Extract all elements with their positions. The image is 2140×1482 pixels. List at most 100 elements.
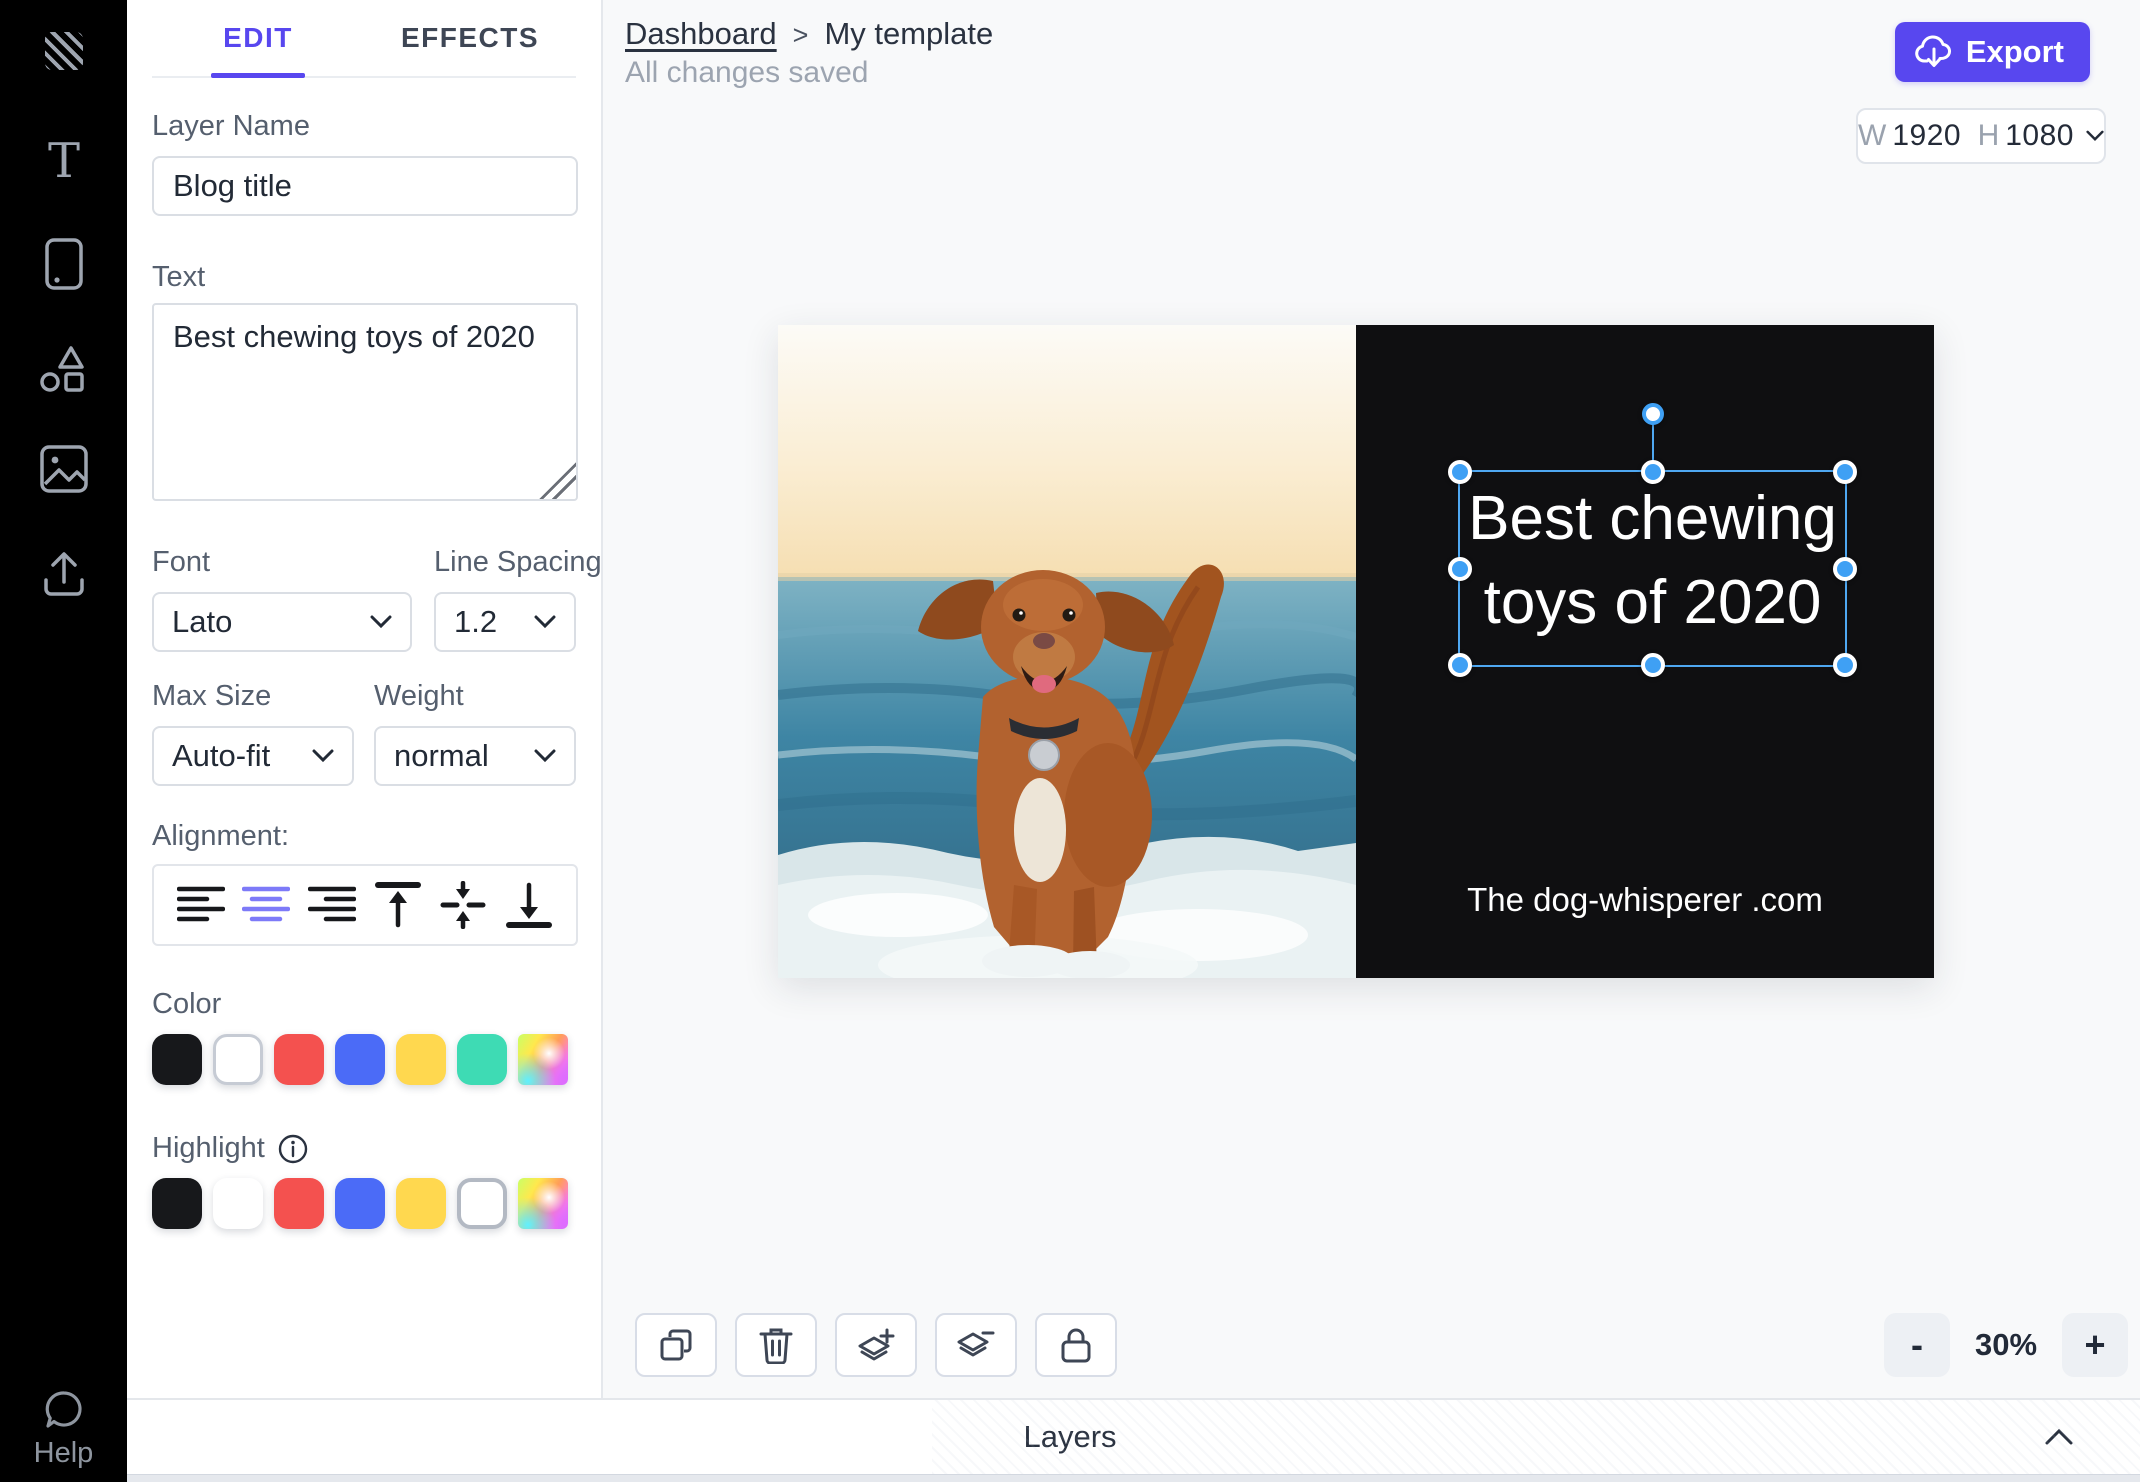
height-value: 1080 [2005,119,2074,152]
color-swatch-teal[interactable] [457,1034,507,1085]
text-label: Text [152,261,206,293]
breadcrumb: Dashboard > My template [625,16,993,52]
highlight-swatch-rainbow[interactable] [518,1178,568,1229]
color-swatch-red[interactable] [274,1034,324,1085]
resize-handle-e[interactable] [1833,556,1857,581]
resize-handle-sw[interactable] [1448,653,1472,677]
text-tool-icon: T [47,135,79,185]
image-tool-button[interactable] [0,444,127,494]
align-middle-icon [440,881,486,929]
highlight-swatch-none[interactable] [457,1178,507,1229]
bring-forward-button[interactable] [835,1313,917,1377]
app-logo[interactable] [0,32,127,70]
layer-tools-toolbar [635,1313,1117,1377]
layers-panel-bar[interactable]: Layers [127,1398,2140,1474]
mobile-icon [44,238,83,290]
layer-minus-icon [957,1331,995,1357]
zoom-in-button[interactable]: + [2062,1313,2128,1377]
duplicate-icon [660,1329,692,1361]
resize-handle-n[interactable] [1640,460,1665,484]
shapes-tool-button[interactable] [0,342,127,394]
tab-edit[interactable]: EDIT [152,0,364,76]
weight-select[interactable]: normal [374,726,576,786]
export-label: Export [1965,34,2064,69]
info-icon[interactable] [278,1134,308,1164]
svg-text:T: T [47,135,79,185]
zoom-out-button[interactable]: - [1884,1313,1950,1377]
resize-handle-w[interactable] [1448,556,1472,581]
highlight-swatch-blue[interactable] [335,1178,385,1229]
align-right-icon [308,886,357,922]
highlight-swatch-yellow[interactable] [396,1178,446,1229]
help-button[interactable]: Help [0,1389,127,1470]
color-swatch-yellow[interactable] [396,1034,446,1085]
highlight-swatch-red[interactable] [274,1178,324,1229]
highlight-swatch-white[interactable] [213,1178,263,1229]
lock-layer-button[interactable] [1035,1313,1117,1377]
layers-panel-edge [127,1474,2140,1482]
height-letter: H [1977,119,2000,152]
align-bottom-button[interactable] [504,882,554,928]
align-right-button[interactable] [307,883,357,927]
left-toolbar: T Help [0,0,127,1482]
align-middle-button[interactable] [438,881,488,929]
layer-name-label: Layer Name [152,110,310,142]
shapes-icon [39,346,84,392]
resize-handle-ne[interactable] [1833,460,1857,484]
delete-layer-button[interactable] [735,1313,817,1377]
weight-label: Weight [374,680,464,712]
weight-value: normal [394,738,489,773]
line-spacing-select[interactable]: 1.2 [434,592,576,652]
width-value: 1920 [1892,119,1962,152]
chevron-down-icon [534,615,556,629]
zoom-level: 30% [1974,1327,2038,1362]
resize-handle-s[interactable] [1640,653,1665,677]
color-swatch-black[interactable] [152,1034,202,1085]
align-center-button[interactable] [241,883,291,927]
breadcrumb-dashboard-link[interactable]: Dashboard [625,16,777,52]
color-swatch-white[interactable] [213,1034,263,1085]
align-left-button[interactable] [176,883,226,927]
highlight-swatches [152,1178,576,1229]
help-label: Help [33,1437,94,1469]
tab-effects[interactable]: EFFECTS [364,0,576,76]
website-text-layer[interactable]: The dog-whisperer .com [1356,881,1934,919]
layer-name-input[interactable] [152,156,578,216]
save-status: All changes saved [625,56,869,89]
zoom-controls: - 30% + [1884,1313,2128,1377]
image-icon [39,445,88,493]
resize-handle-nw[interactable] [1448,460,1472,484]
line-spacing-value: 1.2 [454,604,498,639]
send-backward-button[interactable] [935,1313,1017,1377]
export-button[interactable]: Export [1894,22,2090,82]
alignment-label: Alignment: [152,820,290,852]
resize-handle-se[interactable] [1833,653,1857,677]
text-content-textarea[interactable]: Best chewing toys of 2020 [152,303,578,501]
upload-icon [43,552,84,596]
selection-box[interactable] [1448,403,1857,677]
color-swatch-blue[interactable] [335,1034,385,1085]
dog-photo-layer[interactable] [778,325,1356,978]
dog-beach-photo [778,325,1356,978]
chevron-up-icon[interactable] [2044,1428,2074,1446]
align-top-button[interactable] [373,882,423,928]
max-size-select[interactable]: Auto-fit [152,726,354,786]
pattern-logo-icon [44,32,83,70]
upload-tool-button[interactable] [0,548,127,598]
mobile-preview-button[interactable] [0,238,127,290]
font-select[interactable]: Lato [152,592,412,652]
duplicate-layer-button[interactable] [635,1313,717,1377]
color-swatch-rainbow[interactable] [518,1034,568,1085]
canvas-size-widget[interactable]: W 1920 H 1080 [1856,108,2106,164]
chevron-down-icon [312,749,334,763]
rotation-handle[interactable] [1641,403,1664,425]
color-swatches [152,1034,576,1085]
width-letter: W [1858,119,1887,152]
text-tool-button[interactable]: T [0,135,127,185]
canvas-workspace: Dashboard > My template All changes save… [603,0,2140,1398]
highlight-swatch-black[interactable] [152,1178,202,1229]
design-canvas[interactable]: Best chewing toys of 2020 The dog-whispe… [778,325,1934,978]
chevron-down-icon [370,615,392,629]
panel-tabs: EDIT EFFECTS [152,0,576,78]
app-window: T Help EDIT EFFECTS Layer Name Blog titl… [0,0,2140,1482]
